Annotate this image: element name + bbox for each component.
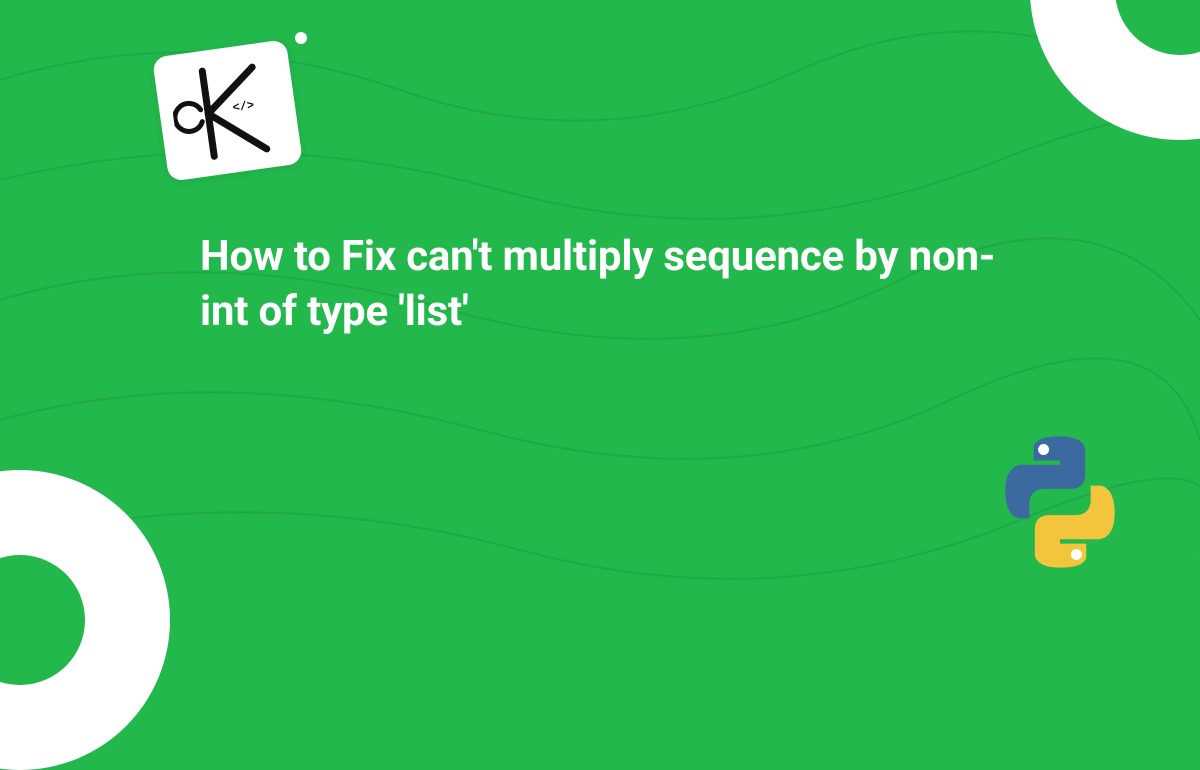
logo-dot [295,32,307,44]
corner-donut-top-right [1030,0,1200,140]
k-code-logo-icon: </> [165,48,289,172]
svg-text:</>: </> [231,98,254,115]
article-title: How to Fix can't multiply sequence by no… [200,230,1020,339]
python-logo-icon [990,432,1130,572]
corner-donut-bottom-left [0,470,170,770]
site-logo: </> [152,39,303,182]
